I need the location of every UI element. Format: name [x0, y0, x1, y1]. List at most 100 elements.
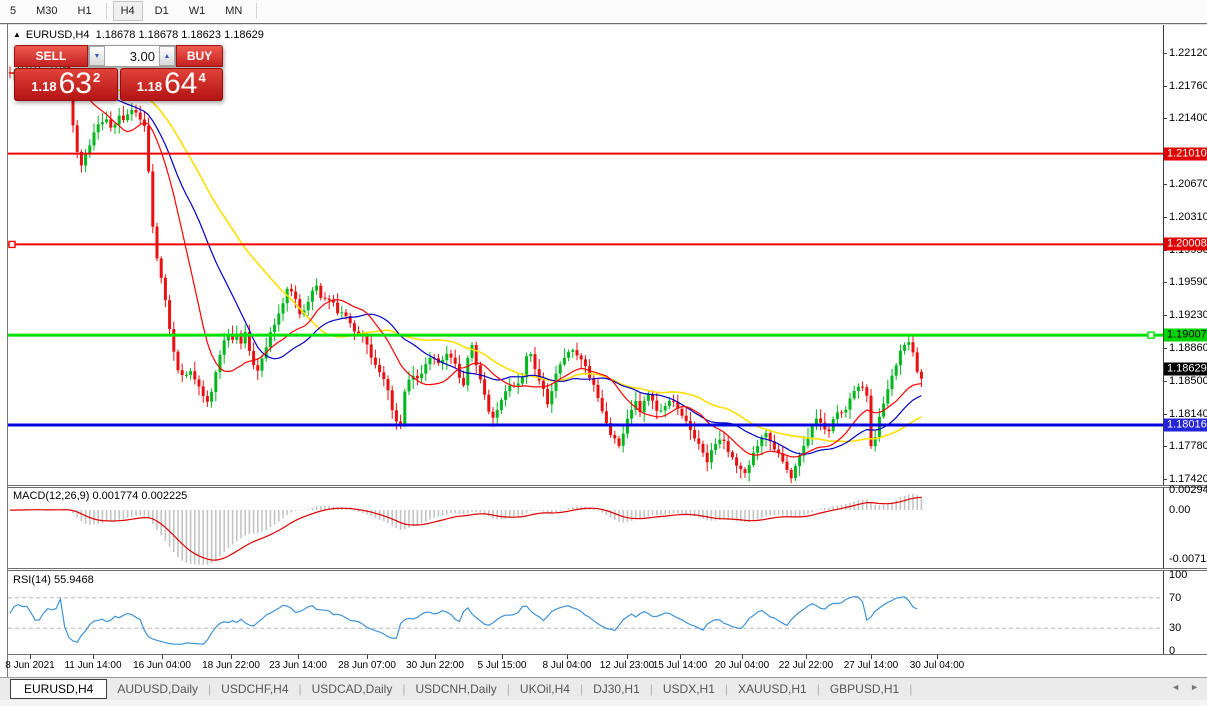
price-tick-mark — [1163, 414, 1167, 415]
collapse-icon[interactable]: ▲ — [13, 30, 21, 39]
chart-tab[interactable]: XAUUSD,H1 — [728, 680, 817, 698]
timeframe-button-d1[interactable]: D1 — [147, 1, 177, 21]
timeframe-button-w1[interactable]: W1 — [181, 1, 214, 21]
time-tick-mark — [435, 655, 436, 659]
chart-tab[interactable]: DJ30,H1 — [583, 680, 650, 698]
chart-tab[interactable]: USDCHF,H4 — [211, 680, 298, 698]
rsi-indicator-chart[interactable] — [8, 571, 1163, 654]
one-click-trading-panel: SELL ▼ ▲ BUY 1.18 63 2 1.18 64 4 — [14, 45, 223, 101]
time-label: 18 Jun 22:00 — [202, 660, 260, 671]
timeframe-button-h1[interactable]: H1 — [70, 1, 100, 21]
price-tick-mark — [1163, 217, 1167, 218]
rsi-title: RSI(14) 55.9468 — [13, 574, 94, 586]
toolbar-separator — [256, 3, 257, 19]
time-tick-mark — [93, 655, 94, 659]
time-tick-mark — [502, 655, 503, 659]
price-tick-mark — [1163, 86, 1167, 87]
ma-mid-blue-line — [10, 72, 921, 454]
time-tick-mark — [231, 655, 232, 659]
price-tick-label: 1.18500 — [1169, 375, 1207, 387]
price-tick-mark — [1163, 282, 1167, 283]
timeframe-button-m30[interactable]: M30 — [28, 1, 65, 21]
price-level-label: 1.21010 — [1164, 147, 1207, 160]
time-tick-mark — [298, 655, 299, 659]
ask-digits: 64 — [164, 71, 197, 97]
price-tick-label: 1.22120 — [1169, 47, 1207, 59]
time-tick-mark — [937, 655, 938, 659]
volume-input[interactable] — [105, 46, 159, 66]
time-label: 30 Jun 22:00 — [406, 660, 464, 671]
time-label: 30 Jul 04:00 — [910, 660, 965, 671]
time-tick-mark — [567, 655, 568, 659]
price-tick-label: 1.17780 — [1169, 440, 1207, 452]
hline-marker[interactable] — [1148, 332, 1154, 338]
macd-signal-line — [10, 497, 921, 560]
time-label: 16 Jun 04:00 — [133, 660, 191, 671]
price-level-label: 1.18629 — [1164, 363, 1207, 376]
ask-prefix: 1.18 — [137, 79, 162, 94]
macd-title: MACD(12,26,9) 0.001774 0.002225 — [13, 490, 187, 502]
time-label: 11 Jun 14:00 — [64, 660, 121, 671]
macd-axis-label: -0.00715 — [1169, 553, 1207, 565]
macd-axis-label: 0.00 — [1169, 504, 1190, 516]
time-tick-mark — [742, 655, 743, 659]
tab-separator: | — [909, 682, 912, 696]
bid-price-tile[interactable]: 1.18 63 2 — [14, 68, 118, 101]
price-tick-mark — [1163, 53, 1167, 54]
time-tick-mark — [627, 655, 628, 659]
price-tick-label: 1.20670 — [1169, 178, 1207, 190]
time-tick-mark — [680, 655, 681, 659]
time-label: 8 Jul 04:00 — [543, 660, 592, 671]
chart-header: ▲EURUSD,H4 1.18678 1.18678 1.18623 1.186… — [13, 29, 264, 41]
price-tick-label: 1.18860 — [1169, 342, 1207, 354]
ask-price-tile[interactable]: 1.18 64 4 — [120, 68, 224, 101]
time-label: 28 Jun 07:00 — [338, 660, 396, 671]
candles-layer — [9, 54, 923, 483]
time-tick-mark — [162, 655, 163, 659]
timeframe-toolbar: 5M30H1 H4D1W1MN — [0, 0, 1207, 22]
buy-button[interactable]: BUY — [176, 45, 223, 67]
chart-tab-active[interactable]: EURUSD,H4 — [10, 679, 107, 699]
tab-scroll-buttons: ◄ ► — [1171, 682, 1199, 692]
sell-button[interactable]: SELL — [14, 45, 88, 67]
chart-tab[interactable]: USDCNH,Daily — [405, 680, 506, 698]
time-label: 5 Jul 15:00 — [478, 660, 527, 671]
chart-tab[interactable]: UKOil,H4 — [510, 680, 580, 698]
price-tick-mark — [1163, 446, 1167, 447]
price-tick-label: 1.20310 — [1169, 211, 1207, 223]
macd-axis-label: 0.002947 — [1169, 484, 1207, 496]
time-axis-border — [8, 654, 1207, 655]
time-label: 8 Jun 2021 — [5, 660, 55, 671]
chart-tab-bar: EURUSD,H4AUDUSD,Daily|USDCHF,H4|USDCAD,D… — [0, 677, 1207, 700]
price-tick-mark — [1163, 315, 1167, 316]
macd-histogram — [9, 494, 922, 565]
price-tick-label: 1.19590 — [1169, 276, 1207, 288]
mt4-window: 5M30H1H4D1W1MN ▲EURUSD,H4 1.18678 1.1867… — [0, 0, 1207, 706]
window-bottom-strip — [0, 700, 1207, 706]
chart-tab[interactable]: USDX,H1 — [653, 680, 725, 698]
volume-increase-button[interactable]: ▲ — [159, 46, 175, 66]
chart-ohlc-values: 1.18678 1.18678 1.18623 1.18629 — [96, 29, 264, 41]
bid-prefix: 1.18 — [31, 79, 56, 94]
hline-marker[interactable] — [9, 241, 15, 247]
time-tick-mark — [367, 655, 368, 659]
time-label: 15 Jul 14:00 — [653, 660, 708, 671]
rsi-axis-label: 0 — [1169, 645, 1175, 657]
price-tick-label: 1.19230 — [1169, 309, 1207, 321]
timeframe-button-5[interactable]: 5 — [2, 1, 24, 21]
ma-slow-yellow-line — [10, 72, 921, 441]
price-tick-mark — [1163, 381, 1167, 382]
tab-scroll-left-icon[interactable]: ◄ — [1171, 682, 1180, 692]
price-tick-mark — [1163, 348, 1167, 349]
toolbar-separator — [106, 3, 107, 19]
ma-fast-red-line — [10, 71, 921, 457]
volume-spinner: ▼ ▲ — [88, 45, 176, 67]
chart-tab[interactable]: GBPUSD,H1 — [820, 680, 909, 698]
chart-tab[interactable]: AUDUSD,Daily — [107, 680, 208, 698]
time-label: 12 Jul 23:00 — [600, 660, 655, 671]
chart-tab[interactable]: USDCAD,Daily — [302, 680, 403, 698]
timeframe-button-h4[interactable]: H4 — [113, 1, 143, 21]
timeframe-button-mn[interactable]: MN — [217, 1, 250, 21]
volume-decrease-button[interactable]: ▼ — [89, 46, 105, 66]
tab-scroll-right-icon[interactable]: ► — [1190, 682, 1199, 692]
